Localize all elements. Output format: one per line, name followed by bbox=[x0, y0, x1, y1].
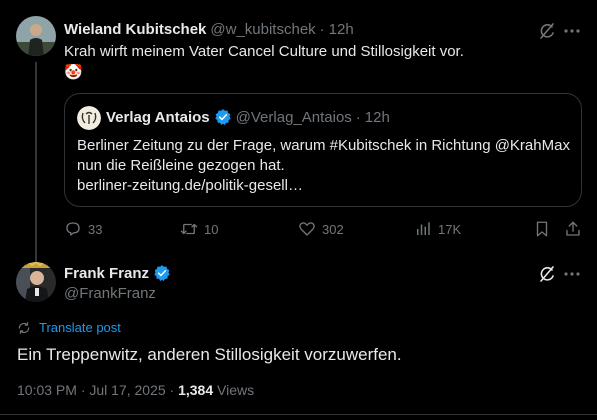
view-count: 1,384 bbox=[178, 382, 214, 398]
post-time[interactable]: 12h bbox=[329, 21, 354, 38]
author-name[interactable]: Frank Franz bbox=[64, 265, 149, 282]
more-icon[interactable] bbox=[562, 21, 582, 46]
translate-post-link[interactable]: Translate post bbox=[17, 320, 121, 335]
verified-icon bbox=[214, 108, 232, 126]
views-icon bbox=[414, 220, 432, 238]
post-timestamp[interactable]: 10:03 PM · Jul 17, 2025 · bbox=[17, 382, 178, 398]
quote-author-handle[interactable]: @Verlag_Antaios bbox=[236, 109, 352, 126]
post-text: Krah wirft meinem Vater Cancel Culture u… bbox=[64, 43, 464, 60]
repost-button[interactable]: 10 bbox=[180, 220, 218, 238]
like-icon bbox=[298, 220, 316, 238]
author-handle[interactable]: @FrankFranz bbox=[64, 285, 156, 302]
avatar-frank-franz[interactable] bbox=[16, 262, 56, 302]
share-icon[interactable] bbox=[564, 220, 582, 243]
avatar-verlag-antaios[interactable] bbox=[77, 106, 101, 130]
post-meta: 10:03 PM · Jul 17, 2025 · 1,384 Views bbox=[17, 382, 254, 398]
more-icon[interactable] bbox=[562, 264, 582, 289]
repost-count: 10 bbox=[204, 221, 219, 237]
grok-icon[interactable] bbox=[537, 264, 557, 289]
repost-icon bbox=[180, 220, 198, 238]
post-text: Ein Treppenwitz, anderen Stillosigkeit v… bbox=[17, 345, 402, 364]
verified-icon bbox=[153, 264, 171, 282]
quote-author-name[interactable]: Verlag Antaios bbox=[106, 109, 210, 126]
separator: · bbox=[355, 108, 361, 126]
author-handle[interactable]: @w_kubitschek bbox=[210, 21, 315, 38]
bookmark-icon[interactable] bbox=[533, 220, 551, 243]
quote-link[interactable]: berliner-zeitung.de/politik-gesell… bbox=[77, 176, 303, 196]
like-button[interactable]: 302 bbox=[298, 220, 344, 238]
divider bbox=[0, 414, 597, 415]
quote-post-time[interactable]: 12h bbox=[365, 109, 390, 126]
reply-count: 33 bbox=[88, 221, 103, 237]
quote-text-line-1: Berliner Zeitung zu der Frage, warum #Ku… bbox=[77, 137, 570, 154]
views-button[interactable]: 17K bbox=[414, 220, 461, 238]
separator: · bbox=[319, 21, 325, 38]
reply-button[interactable]: 33 bbox=[64, 220, 102, 238]
grok-icon[interactable] bbox=[537, 21, 557, 46]
translate-icon bbox=[17, 321, 31, 335]
avatar-wieland-kubitschek[interactable] bbox=[16, 16, 56, 56]
like-count: 302 bbox=[322, 221, 344, 237]
views-count: 17K bbox=[438, 221, 462, 237]
views-label: Views bbox=[213, 382, 255, 398]
author-name[interactable]: Wieland Kubitschek bbox=[64, 21, 206, 38]
translate-label[interactable]: Translate post bbox=[39, 320, 121, 335]
clown-emoji: 🤡 bbox=[64, 64, 83, 81]
reply-icon bbox=[64, 220, 82, 238]
thread-line bbox=[35, 62, 37, 262]
quote-text-line-2: nun die Reißleine gezogen hat. bbox=[77, 157, 285, 174]
